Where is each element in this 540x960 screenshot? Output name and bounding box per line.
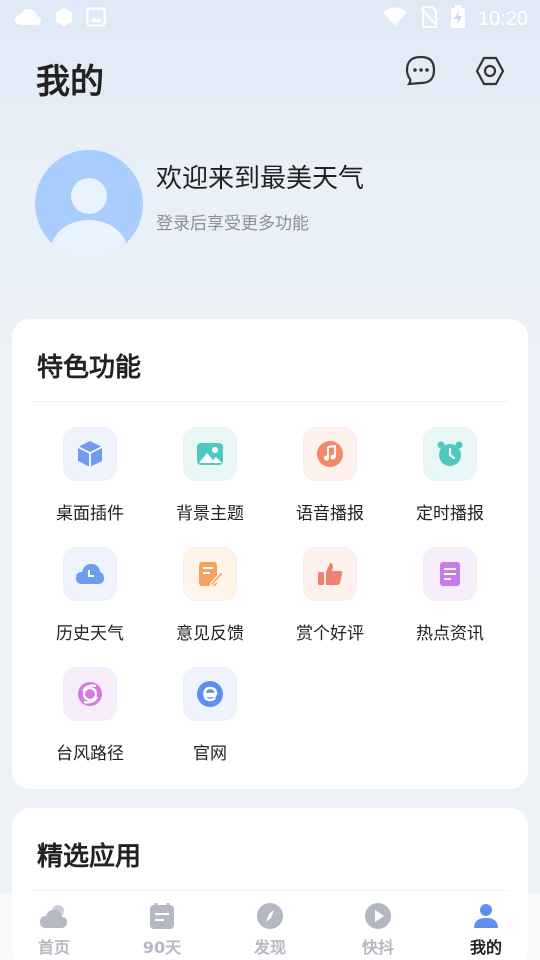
feature-desktop-widget[interactable]: 桌面插件 bbox=[30, 427, 150, 547]
features-grid: 桌面插件 背景主题 语音播报 定时播报 历史天气 意见反馈 赏个好评 热点资讯 … bbox=[30, 427, 510, 787]
music-icon bbox=[303, 427, 357, 481]
status-bar: 10:20 bbox=[0, 0, 540, 38]
user-icon bbox=[470, 900, 502, 932]
no-sim-icon bbox=[420, 6, 438, 32]
alarm-clock-icon bbox=[423, 427, 477, 481]
bottom-nav: 首页 90天 发现 快抖 我的 bbox=[0, 893, 540, 960]
avatar[interactable] bbox=[35, 150, 143, 258]
calendar-icon bbox=[146, 900, 178, 932]
divider bbox=[32, 890, 508, 891]
wifi-icon bbox=[382, 7, 408, 31]
history-cloud-icon bbox=[63, 547, 117, 601]
typhoon-icon bbox=[63, 667, 117, 721]
feature-label: 语音播报 bbox=[296, 504, 364, 524]
cloud-notification-icon bbox=[14, 8, 42, 30]
thumbs-up-icon bbox=[303, 547, 357, 601]
nav-label: 90天 bbox=[142, 938, 182, 957]
default-avatar-icon bbox=[51, 178, 127, 258]
feature-label: 台风路径 bbox=[56, 744, 124, 764]
feature-official-website[interactable]: 官网 bbox=[150, 667, 270, 787]
hexagon-notification-icon bbox=[54, 7, 74, 31]
feature-voice-broadcast[interactable]: 语音播报 bbox=[270, 427, 390, 547]
battery-charging-icon bbox=[450, 5, 466, 33]
login-hint[interactable]: 登录后享受更多功能 bbox=[156, 209, 309, 234]
status-right: 10:20 bbox=[382, 5, 528, 33]
welcome-title[interactable]: 欢迎来到最美天气 bbox=[156, 158, 364, 195]
news-icon bbox=[423, 547, 477, 601]
feature-label: 热点资讯 bbox=[416, 624, 484, 644]
play-icon bbox=[362, 900, 394, 932]
nav-90-days[interactable]: 90天 bbox=[108, 893, 216, 960]
chat-bubble-icon bbox=[405, 55, 437, 91]
nav-label: 快抖 bbox=[361, 938, 394, 957]
feature-label: 意见反馈 bbox=[176, 624, 244, 644]
nav-discover[interactable]: 发现 bbox=[216, 893, 324, 960]
nav-label: 我的 bbox=[469, 938, 502, 957]
feature-label: 历史天气 bbox=[56, 624, 124, 644]
settings-button[interactable] bbox=[473, 56, 507, 90]
nav-label: 首页 bbox=[37, 938, 70, 957]
feature-rate-app[interactable]: 赏个好评 bbox=[270, 547, 390, 667]
page-title: 我的 bbox=[36, 62, 104, 102]
website-e-icon bbox=[183, 667, 237, 721]
nav-home[interactable]: 首页 bbox=[0, 893, 108, 960]
feature-history-weather[interactable]: 历史天气 bbox=[30, 547, 150, 667]
feature-label: 定时播报 bbox=[416, 504, 484, 524]
feature-label: 背景主题 bbox=[176, 504, 244, 524]
gear-icon bbox=[474, 55, 506, 91]
feature-hot-news[interactable]: 热点资讯 bbox=[390, 547, 510, 667]
feature-typhoon-path[interactable]: 台风路径 bbox=[30, 667, 150, 787]
feature-label: 桌面插件 bbox=[56, 504, 124, 524]
cube-icon bbox=[63, 427, 117, 481]
nav-quick-video[interactable]: 快抖 bbox=[324, 893, 432, 960]
feature-label: 官网 bbox=[193, 744, 227, 764]
features-card: 特色功能 桌面插件 背景主题 语音播报 定时播报 历史天气 意见反馈 赏个好评 … bbox=[12, 319, 528, 789]
nav-mine[interactable]: 我的 bbox=[432, 893, 540, 960]
status-left bbox=[14, 7, 106, 31]
feature-label: 赏个好评 bbox=[296, 624, 364, 644]
divider bbox=[32, 401, 508, 402]
feedback-edit-icon bbox=[183, 547, 237, 601]
clock-time: 10:20 bbox=[477, 7, 528, 30]
image-notification-icon bbox=[86, 7, 106, 31]
feature-background-theme[interactable]: 背景主题 bbox=[150, 427, 270, 547]
apps-title: 精选应用 bbox=[37, 842, 142, 872]
message-button[interactable] bbox=[404, 55, 438, 91]
nav-label: 发现 bbox=[253, 938, 286, 957]
weather-cloud-icon bbox=[38, 900, 70, 932]
feature-feedback[interactable]: 意见反馈 bbox=[150, 547, 270, 667]
compass-icon bbox=[254, 900, 286, 932]
features-title: 特色功能 bbox=[37, 353, 142, 383]
picture-icon bbox=[183, 427, 237, 481]
feature-scheduled-broadcast[interactable]: 定时播报 bbox=[390, 427, 510, 547]
